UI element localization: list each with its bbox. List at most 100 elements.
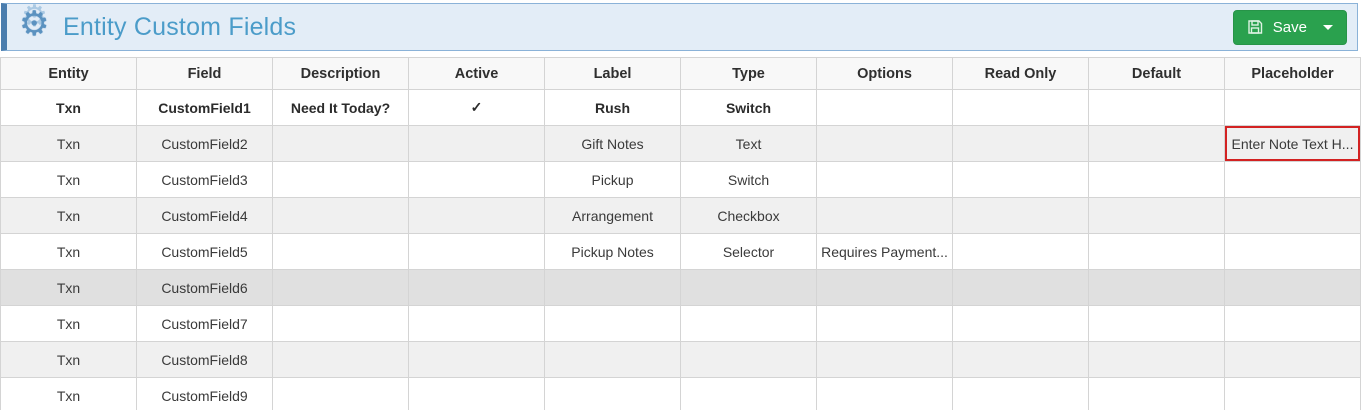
cell-placeholder[interactable] bbox=[1225, 270, 1361, 306]
cell-options[interactable] bbox=[817, 378, 953, 410]
cell-options[interactable] bbox=[817, 306, 953, 342]
cell-description[interactable] bbox=[273, 378, 409, 410]
cell-field[interactable]: CustomField8 bbox=[137, 342, 273, 378]
cell-options[interactable] bbox=[817, 90, 953, 126]
cell-description[interactable] bbox=[273, 162, 409, 198]
cell-default[interactable] bbox=[1089, 270, 1225, 306]
cell-placeholder[interactable] bbox=[1225, 342, 1361, 378]
table-row: Txn CustomField2 Gift Notes Text Enter N… bbox=[1, 126, 1361, 162]
cell-read-only[interactable] bbox=[953, 198, 1089, 234]
table-row-selected: Txn CustomField6 bbox=[1, 270, 1361, 306]
cell-field[interactable]: CustomField7 bbox=[137, 306, 273, 342]
cell-entity[interactable]: Txn bbox=[1, 378, 137, 410]
cell-type[interactable]: Checkbox bbox=[681, 198, 817, 234]
cell-options[interactable] bbox=[817, 342, 953, 378]
cell-label[interactable]: Rush bbox=[545, 90, 681, 126]
cell-read-only[interactable] bbox=[953, 234, 1089, 270]
table-row: Txn CustomField9 bbox=[1, 378, 1361, 410]
cell-description[interactable] bbox=[273, 306, 409, 342]
cell-read-only[interactable] bbox=[953, 306, 1089, 342]
cell-options[interactable] bbox=[817, 198, 953, 234]
cell-active[interactable] bbox=[409, 126, 545, 162]
cell-label[interactable] bbox=[545, 270, 681, 306]
cell-field[interactable]: CustomField5 bbox=[137, 234, 273, 270]
cell-read-only[interactable] bbox=[953, 90, 1089, 126]
cell-active[interactable] bbox=[409, 270, 545, 306]
save-button[interactable]: Save bbox=[1233, 10, 1347, 45]
cell-default[interactable] bbox=[1089, 234, 1225, 270]
cell-active[interactable] bbox=[409, 234, 545, 270]
cell-type[interactable]: Selector bbox=[681, 234, 817, 270]
cell-description[interactable] bbox=[273, 126, 409, 162]
column-header-field: Field bbox=[137, 58, 273, 90]
cell-field[interactable]: CustomField2 bbox=[137, 126, 273, 162]
cell-type[interactable]: Switch bbox=[681, 162, 817, 198]
cell-label[interactable] bbox=[545, 378, 681, 410]
cell-placeholder[interactable] bbox=[1225, 198, 1361, 234]
cell-description[interactable]: Need It Today? bbox=[273, 90, 409, 126]
cell-entity[interactable]: Txn bbox=[1, 90, 137, 126]
cell-label[interactable]: Pickup bbox=[545, 162, 681, 198]
cell-label[interactable]: Pickup Notes bbox=[545, 234, 681, 270]
cell-entity[interactable]: Txn bbox=[1, 342, 137, 378]
cell-type[interactable]: Switch bbox=[681, 90, 817, 126]
cell-default[interactable] bbox=[1089, 306, 1225, 342]
cell-entity[interactable]: Txn bbox=[1, 162, 137, 198]
cell-type[interactable] bbox=[681, 270, 817, 306]
cell-options[interactable] bbox=[817, 162, 953, 198]
cell-entity[interactable]: Txn bbox=[1, 306, 137, 342]
cell-field[interactable]: CustomField9 bbox=[137, 378, 273, 410]
cell-default[interactable] bbox=[1089, 90, 1225, 126]
cell-field[interactable]: CustomField3 bbox=[137, 162, 273, 198]
cell-description[interactable] bbox=[273, 270, 409, 306]
table-row: Txn CustomField3 Pickup Switch bbox=[1, 162, 1361, 198]
cell-active[interactable] bbox=[409, 378, 545, 410]
cell-entity[interactable]: Txn bbox=[1, 270, 137, 306]
cell-type[interactable] bbox=[681, 378, 817, 410]
cell-options[interactable] bbox=[817, 126, 953, 162]
cell-label[interactable] bbox=[545, 306, 681, 342]
cell-read-only[interactable] bbox=[953, 270, 1089, 306]
cell-entity[interactable]: Txn bbox=[1, 234, 137, 270]
cell-active[interactable] bbox=[409, 162, 545, 198]
cell-entity[interactable]: Txn bbox=[1, 198, 137, 234]
cell-default[interactable] bbox=[1089, 342, 1225, 378]
cell-active[interactable]: ✓ bbox=[409, 90, 545, 126]
cell-description[interactable] bbox=[273, 234, 409, 270]
cell-active[interactable] bbox=[409, 198, 545, 234]
cell-label[interactable]: Arrangement bbox=[545, 198, 681, 234]
gear-icon: ⚙ ⚙ bbox=[19, 7, 57, 47]
cell-field[interactable]: CustomField1 bbox=[137, 90, 273, 126]
cell-description[interactable] bbox=[273, 342, 409, 378]
cell-placeholder[interactable] bbox=[1225, 234, 1361, 270]
cell-field[interactable]: CustomField4 bbox=[137, 198, 273, 234]
cell-active[interactable] bbox=[409, 342, 545, 378]
cell-field[interactable]: CustomField6 bbox=[137, 270, 273, 306]
cell-placeholder-highlighted[interactable]: Enter Note Text H... bbox=[1225, 126, 1361, 162]
cell-placeholder[interactable] bbox=[1225, 306, 1361, 342]
cell-placeholder[interactable] bbox=[1225, 378, 1361, 410]
cell-type[interactable] bbox=[681, 342, 817, 378]
cell-type[interactable] bbox=[681, 306, 817, 342]
cell-read-only[interactable] bbox=[953, 162, 1089, 198]
cell-placeholder[interactable] bbox=[1225, 162, 1361, 198]
cell-default[interactable] bbox=[1089, 162, 1225, 198]
cell-default[interactable] bbox=[1089, 126, 1225, 162]
cell-read-only[interactable] bbox=[953, 378, 1089, 410]
cell-read-only[interactable] bbox=[953, 342, 1089, 378]
cell-read-only[interactable] bbox=[953, 126, 1089, 162]
cell-default[interactable] bbox=[1089, 378, 1225, 410]
cell-options[interactable]: Requires Payment... bbox=[817, 234, 953, 270]
cell-default[interactable] bbox=[1089, 198, 1225, 234]
cell-type[interactable]: Text bbox=[681, 126, 817, 162]
cell-label[interactable]: Gift Notes bbox=[545, 126, 681, 162]
cell-placeholder[interactable] bbox=[1225, 90, 1361, 126]
column-header-options: Options bbox=[817, 58, 953, 90]
table-header-row: Entity Field Description Active Label Ty… bbox=[1, 58, 1361, 90]
save-dropdown-caret-icon[interactable] bbox=[1323, 25, 1333, 30]
cell-description[interactable] bbox=[273, 198, 409, 234]
cell-options[interactable] bbox=[817, 270, 953, 306]
cell-entity[interactable]: Txn bbox=[1, 126, 137, 162]
cell-label[interactable] bbox=[545, 342, 681, 378]
cell-active[interactable] bbox=[409, 306, 545, 342]
